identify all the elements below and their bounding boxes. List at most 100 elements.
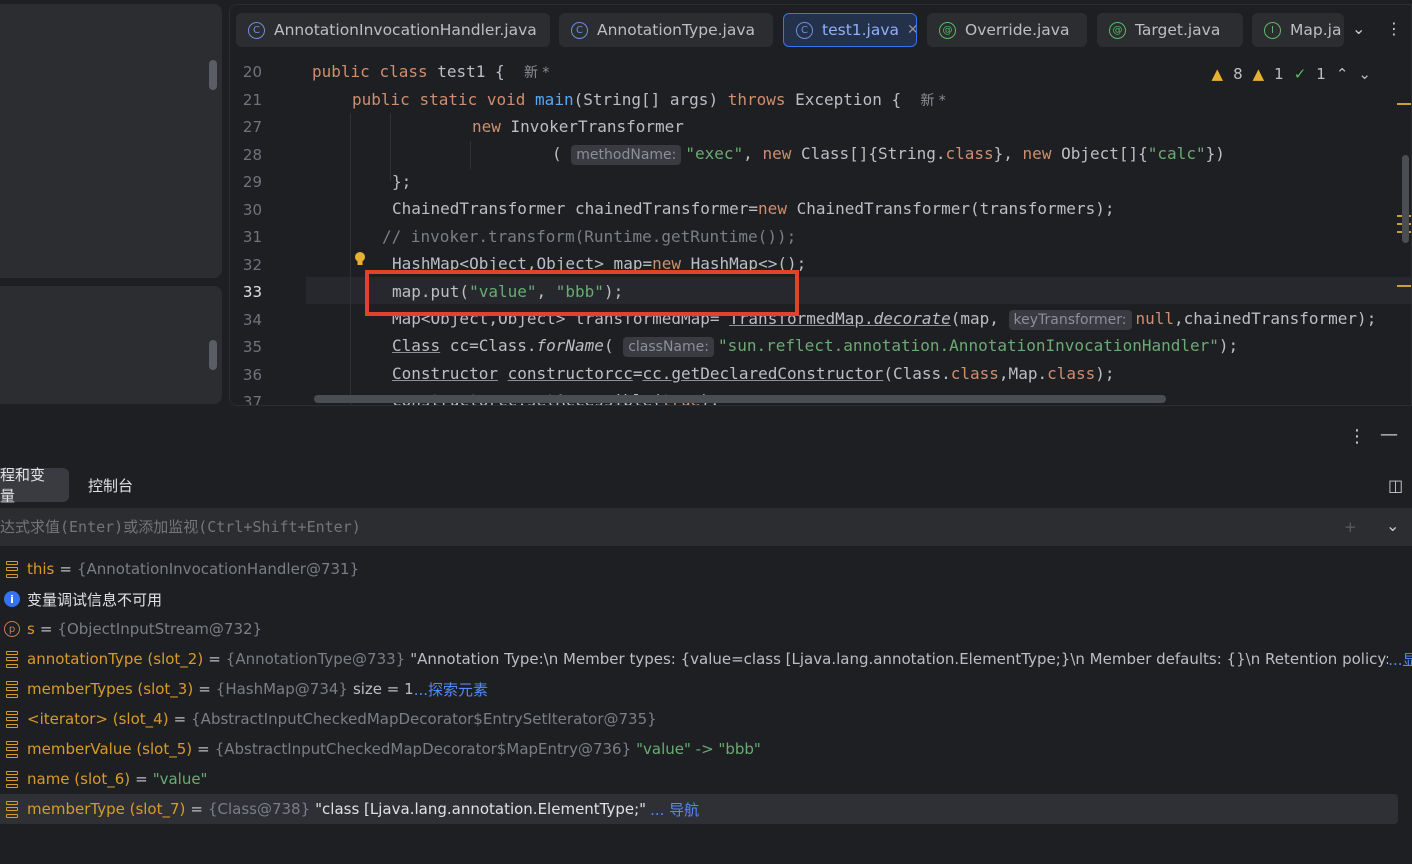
structure-scrollbar[interactable] — [209, 340, 217, 370]
weak-warning-count: 1 — [1274, 65, 1284, 83]
tab-label: Map.ja — [1290, 21, 1342, 39]
tab-label: 控制台 — [88, 476, 134, 495]
sidebar-scrollbar[interactable] — [209, 60, 217, 90]
variable-ref: {HashMap@734} — [215, 680, 348, 698]
line-number: 20 — [242, 63, 262, 81]
variable-name: memberTypes (slot_3) — [27, 680, 194, 698]
editor-horizontal-scrollbar[interactable] — [314, 395, 1166, 403]
line-number: 21 — [242, 91, 262, 109]
variable-name: <iterator> (slot_4) — [27, 710, 169, 728]
class-main-icon: C — [796, 21, 813, 39]
variable-value: "value" -> "bbb" — [636, 740, 761, 758]
parameter-hint: className: — [623, 337, 714, 357]
tab-map[interactable]: I Map.ja — [1252, 13, 1344, 47]
code-line-36[interactable]: Constructor constructorcc=cc.getDeclared… — [392, 364, 1115, 383]
chevron-down-icon[interactable]: ⌄ — [1386, 516, 1399, 535]
weak-warning-icon: ▲ — [1252, 65, 1265, 83]
code-line-21[interactable]: public static void main(String[] args) t… — [352, 90, 946, 110]
variable-row-selected[interactable]: memberType (slot_7) = {Class@738} "class [L… — [0, 794, 1398, 824]
tab-label: AnnotationType.java — [597, 21, 756, 39]
annotation-icon: @ — [939, 21, 956, 39]
highlight-annotation-box — [365, 270, 799, 316]
parameter-icon: p — [3, 620, 21, 638]
class-icon: C — [571, 21, 588, 39]
info-message: 变量调试信息不可用 — [27, 590, 163, 609]
variable-row[interactable]: p s = {ObjectInputStream@732} — [0, 614, 1412, 644]
chevron-down-icon[interactable]: ⌄ — [1352, 19, 1365, 38]
variable-row[interactable]: memberValue (slot_5) = {AbstractInputCheck… — [0, 734, 1412, 764]
layout-icon[interactable]: ◫ — [1388, 476, 1403, 495]
interface-icon: I — [1264, 21, 1281, 39]
tab-threads-variables[interactable]: 程和变量 — [0, 466, 69, 505]
variable-value: "value" — [152, 770, 208, 788]
code-line-35[interactable]: Class cc=Class.forName( className: "sun.r… — [392, 336, 1238, 357]
evaluate-expression-input[interactable] — [0, 518, 1100, 536]
tab-label: Target.java — [1135, 21, 1221, 39]
more-options-icon[interactable]: ⋮ — [1386, 19, 1402, 38]
line-number: 28 — [242, 146, 262, 164]
variable-row[interactable]: memberTypes (slot_3) = {HashMap@734} size … — [0, 674, 1412, 704]
parameter-hint: methodName: — [571, 145, 682, 165]
code-line-27[interactable]: new InvokerTransformer — [472, 117, 684, 136]
code-line-20[interactable]: public class test1 { 新 * — [312, 62, 549, 82]
error-stripe-marker[interactable] — [1397, 103, 1411, 105]
variable-ref: {AbstractInputCheckedMapDecorator$EntryS… — [191, 710, 657, 728]
code-editor[interactable]: C AnnotationInvocationHandler.java C Ann… — [229, 4, 1412, 406]
close-icon[interactable]: ✕ — [907, 22, 916, 38]
tab-target[interactable]: @ Target.java — [1097, 13, 1243, 47]
warning-icon: ▲ — [1211, 65, 1224, 83]
indent-guide — [390, 113, 391, 181]
chevron-up-icon[interactable]: ⌃ — [1336, 65, 1349, 83]
chevron-down-icon[interactable]: ⌄ — [1358, 65, 1371, 83]
variable-row[interactable]: name (slot_6) = "value" — [0, 764, 1412, 794]
minimize-icon[interactable]: — — [1380, 424, 1398, 445]
field-icon — [3, 770, 21, 788]
line-number: 37 — [242, 393, 262, 406]
line-number: 27 — [242, 118, 262, 136]
field-icon — [3, 560, 21, 578]
more-options-icon[interactable]: ⋮ — [1348, 426, 1366, 447]
variable-name: s — [27, 620, 35, 638]
tab-annotation-invocation-handler[interactable]: C AnnotationInvocationHandler.java — [236, 13, 550, 47]
field-icon — [3, 740, 21, 758]
line-number: 30 — [242, 201, 262, 219]
tab-override[interactable]: @ Override.java — [927, 13, 1087, 47]
tab-test1[interactable]: C test1.java ✕ — [783, 13, 917, 47]
show-link[interactable]: ...显示 — [1388, 649, 1412, 670]
add-watch-icon[interactable]: + — [1344, 518, 1357, 536]
lightbulb-icon[interactable] — [354, 251, 366, 267]
field-icon — [3, 650, 21, 668]
variable-row[interactable]: <iterator> (slot_4) = {AbstractInputChecke… — [0, 704, 1412, 734]
field-icon — [3, 800, 21, 818]
parameter-hint: keyTransformer: — [1008, 310, 1132, 330]
variable-row[interactable]: annotationType (slot_2) = {AnnotationType@… — [0, 644, 1412, 674]
evaluate-expression-bar[interactable]: + ⌄ — [0, 508, 1412, 546]
tab-label: test1.java — [822, 21, 900, 39]
code-line-31-comment[interactable]: // invoker.transform(Runtime.getRuntime(… — [382, 227, 796, 246]
indent-guide — [470, 141, 471, 169]
inspection-widget[interactable]: ▲ 8 ▲ 1 ✓ 1 ⌃ ⌄ — [1212, 65, 1371, 83]
variable-name: memberValue (slot_5) — [27, 740, 193, 758]
line-number-gutter[interactable]: 20 21 27 28 29 30 31 32 33 34 35 36 37 — [230, 57, 306, 405]
editor-vertical-scrollbar[interactable] — [1402, 155, 1409, 243]
line-number-current: 33 — [242, 283, 262, 301]
passed-count: 1 — [1316, 65, 1326, 83]
variable-name: this — [27, 560, 55, 578]
variable-row[interactable]: this = {AnnotationInvocationHandler@731} — [0, 554, 1412, 584]
error-stripe-marker[interactable] — [1397, 285, 1411, 287]
line-number: 35 — [242, 338, 262, 356]
code-line-30[interactable]: ChainedTransformer chainedTransformer=ne… — [392, 199, 1114, 218]
editor-tab-bar: C AnnotationInvocationHandler.java C Ann… — [230, 5, 1411, 55]
variable-ref: {Class@738} — [207, 800, 311, 818]
navigate-link[interactable]: ... 导航 — [650, 799, 699, 820]
debug-tabs: 程和变量 控制台 ◫ — [0, 466, 1412, 505]
indent-guide — [350, 113, 351, 405]
tab-console[interactable]: 控制台 — [78, 468, 143, 502]
tab-annotation-type[interactable]: C AnnotationType.java — [559, 13, 773, 47]
explore-elements-link[interactable]: ...探索元素 — [414, 679, 488, 700]
variable-name: memberType (slot_7) — [27, 800, 186, 818]
variable-ref: {AnnotationType@733} — [225, 650, 406, 668]
variable-row-info: i 变量调试信息不可用 — [0, 584, 1412, 614]
code-line-28[interactable]: ( methodName: "exec", new Class[]{String.… — [552, 144, 1225, 165]
code-line-29[interactable]: }; — [392, 172, 411, 191]
